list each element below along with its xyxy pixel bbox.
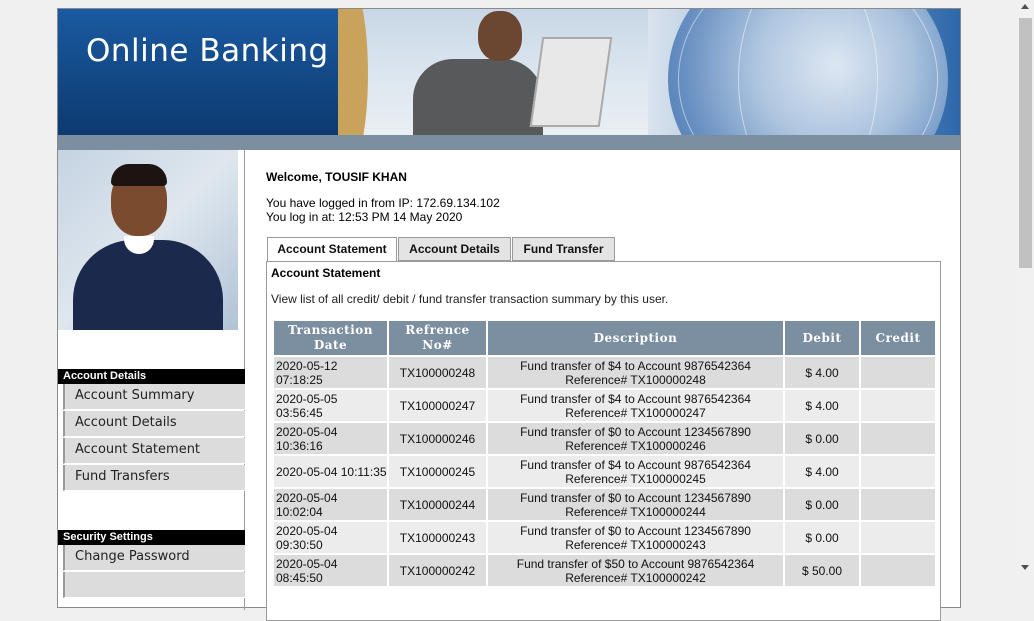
statement-panel: Account Statement View list of all credi… <box>266 261 941 621</box>
scrollbar-thumb[interactable] <box>1019 18 1032 268</box>
cell-ref: TX100000244 <box>389 489 486 520</box>
cell-debit: $ 50.00 <box>785 555 859 586</box>
desc-line: Fund transfer of $4 to Account 987654236… <box>520 457 751 472</box>
cell-ref: TX100000248 <box>389 357 486 388</box>
globe-grid-line <box>738 9 878 135</box>
cell-credit <box>861 555 935 586</box>
cell-ref: TX100000245 <box>389 456 486 487</box>
cell-description: Fund transfer of $4 to Account 987654236… <box>488 390 783 421</box>
welcome-message: Welcome, TOUSIF KHAN <box>266 170 407 184</box>
cell-date: 2020-05-04 08:45:50 <box>274 555 387 586</box>
table-row: 2020-05-04 10:11:35 TX100000245 Fund tra… <box>274 456 935 487</box>
tab-account-statement[interactable]: Account Statement <box>267 237 397 262</box>
sidebar-item-fund-transfers[interactable]: Fund Transfers <box>63 465 245 491</box>
sidebar-item-account-statement[interactable]: Account Statement <box>63 438 245 464</box>
cell-debit: $ 0.00 <box>785 423 859 454</box>
transaction-table: Transaction Date Refrence No# Descriptio… <box>272 319 937 588</box>
cell-debit: $ 4.00 <box>785 456 859 487</box>
cell-ref: TX100000242 <box>389 555 486 586</box>
cell-description: Fund transfer of $0 to Account 123456789… <box>488 423 783 454</box>
col-header-date[interactable]: Transaction Date <box>274 321 387 355</box>
desc-reference: Reference# TX100000246 <box>565 438 706 453</box>
cell-credit <box>861 489 935 520</box>
cell-description: Fund transfer of $4 to Account 987654236… <box>488 357 783 388</box>
cell-credit <box>861 522 935 553</box>
scroll-up-icon[interactable] <box>1021 4 1029 9</box>
table-row: 2020-05-05 03:56:45 TX100000247 Fund tra… <box>274 390 935 421</box>
sidebar-item-change-password[interactable]: Change Password <box>63 545 245 571</box>
banner-laptop <box>529 37 613 127</box>
desc-line: Fund transfer of $4 to Account 987654236… <box>520 358 751 373</box>
cell-debit: $ 4.00 <box>785 390 859 421</box>
panel-title: Account Statement <box>271 266 381 280</box>
table-row: 2020-05-04 08:45:50 TX100000242 Fund tra… <box>274 555 935 586</box>
banner-title-bg <box>58 9 338 135</box>
user-avatar <box>58 150 238 330</box>
desc-line: Fund transfer of $0 to Account 123456789… <box>520 424 751 439</box>
cell-credit <box>861 357 935 388</box>
sidebar-section-account-details: Account Details <box>58 369 245 384</box>
login-ip: You have logged in from IP: 172.69.134.1… <box>266 196 500 210</box>
col-header-description[interactable]: Description <box>488 321 783 355</box>
col-header-ref[interactable]: Refrence No# <box>389 321 486 355</box>
desc-reference: Reference# TX100000245 <box>565 471 706 486</box>
tab-account-details[interactable]: Account Details <box>398 237 511 261</box>
cell-ref: TX100000247 <box>389 390 486 421</box>
cell-credit <box>861 456 935 487</box>
header-subbar <box>58 135 960 150</box>
desc-line: Fund transfer of $50 to Account 98765423… <box>516 556 755 571</box>
desc-line: Fund transfer of $4 to Account 987654236… <box>520 391 751 406</box>
cell-date: 2020-05-04 09:30:50 <box>274 522 387 553</box>
cell-credit <box>861 423 935 454</box>
table-row: 2020-05-04 10:36:16 TX100000246 Fund tra… <box>274 423 935 454</box>
cell-debit: $ 4.00 <box>785 357 859 388</box>
desc-reference: Reference# TX100000248 <box>565 372 706 387</box>
cell-date: 2020-05-04 10:02:04 <box>274 489 387 520</box>
desc-reference: Reference# TX100000243 <box>565 537 706 552</box>
banner-person-body <box>413 59 543 135</box>
cell-ref: TX100000246 <box>389 423 486 454</box>
table-row: 2020-05-12 07:18:25 TX100000248 Fund tra… <box>274 357 935 388</box>
cell-debit: $ 0.00 <box>785 489 859 520</box>
cell-description: Fund transfer of $50 to Account 98765423… <box>488 555 783 586</box>
scroll-down-icon[interactable] <box>1021 565 1029 570</box>
avatar-hair <box>111 164 167 186</box>
sidebar-item-account-summary[interactable]: Account Summary <box>63 384 245 410</box>
col-header-debit[interactable]: Debit <box>785 321 859 355</box>
sidebar-section-security-settings: Security Settings <box>58 530 245 545</box>
cell-date: 2020-05-05 03:56:45 <box>274 390 387 421</box>
cell-date: 2020-05-12 07:18:25 <box>274 357 387 388</box>
login-time: You log in at: 12:53 PM 14 May 2020 <box>266 210 463 224</box>
table-row: 2020-05-04 09:30:50 TX100000243 Fund tra… <box>274 522 935 553</box>
cell-description: Fund transfer of $0 to Account 123456789… <box>488 522 783 553</box>
sidebar-item-account-details[interactable]: Account Details <box>63 411 245 437</box>
desc-reference: Reference# TX100000242 <box>565 570 706 585</box>
cell-description: Fund transfer of $4 to Account 987654236… <box>488 456 783 487</box>
cell-debit: $ 0.00 <box>785 522 859 553</box>
panel-description: View list of all credit/ debit / fund tr… <box>271 292 669 306</box>
desc-reference: Reference# TX100000244 <box>565 504 706 519</box>
tab-fund-transfer[interactable]: Fund Transfer <box>512 237 615 261</box>
cell-description: Fund transfer of $0 to Account 123456789… <box>488 489 783 520</box>
desc-reference: Reference# TX100000247 <box>565 405 706 420</box>
cell-credit <box>861 390 935 421</box>
col-header-credit[interactable]: Credit <box>861 321 935 355</box>
cell-date: 2020-05-04 10:11:35 <box>274 456 387 487</box>
table-header-row: Transaction Date Refrence No# Descriptio… <box>274 321 935 355</box>
banner-person-head <box>478 11 522 61</box>
table-row: 2020-05-04 10:02:04 TX100000244 Fund tra… <box>274 489 935 520</box>
avatar-body <box>73 240 223 330</box>
site-title: Online Banking <box>86 33 329 69</box>
page-scrollbar[interactable] <box>1017 0 1034 576</box>
cell-ref: TX100000243 <box>389 522 486 553</box>
desc-line: Fund transfer of $0 to Account 123456789… <box>520 523 751 538</box>
header-banner: Online Banking <box>58 9 960 135</box>
cell-date: 2020-05-04 10:36:16 <box>274 423 387 454</box>
page-frame: Online Banking Account Details Account S… <box>57 8 961 621</box>
desc-line: Fund transfer of $0 to Account 123456789… <box>520 490 751 505</box>
